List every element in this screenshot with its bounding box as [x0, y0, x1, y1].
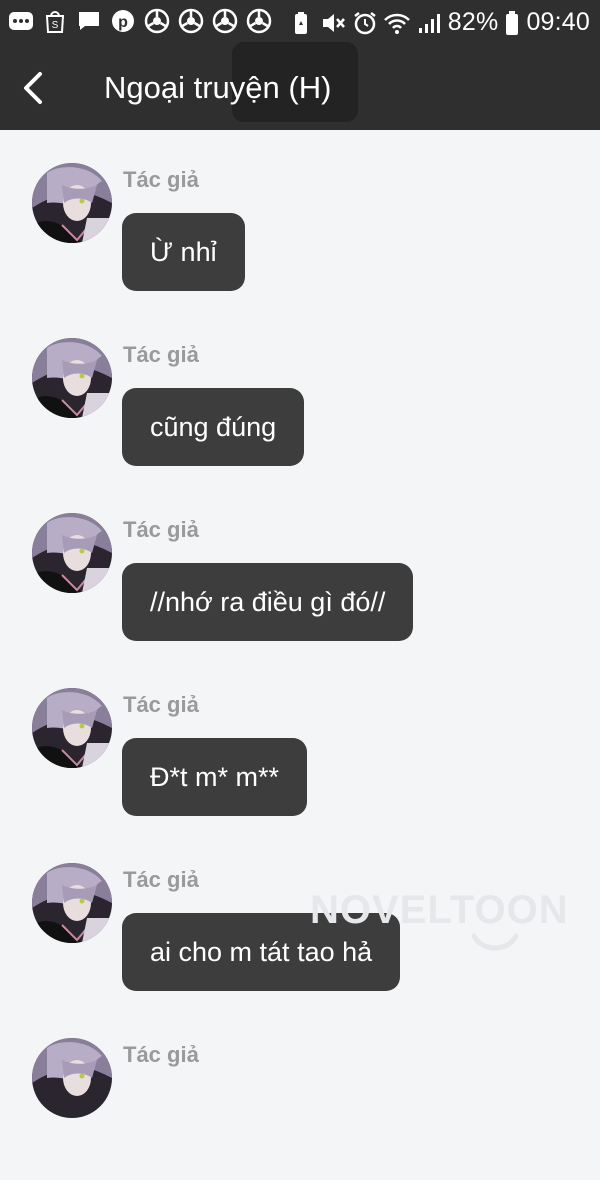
svg-text:p: p	[118, 14, 128, 31]
chat-message: Tác giả	[0, 1005, 600, 1180]
chat-message: Tác giả cũng đúng	[0, 305, 600, 480]
battery-saver-icon	[288, 10, 314, 36]
avatar[interactable]	[32, 863, 112, 943]
watermark-smile-icon	[471, 933, 519, 951]
message-author: Tác giả	[123, 342, 199, 367]
chrome-icon	[212, 8, 238, 34]
message-icon	[76, 8, 102, 34]
status-bar-notifications: S p	[8, 8, 272, 34]
message-author: Tác giả	[123, 517, 199, 542]
chrome-icon	[246, 8, 272, 34]
message-author: Tác giả	[123, 1042, 199, 1067]
message-bubble[interactable]: cũng đúng	[122, 388, 305, 466]
avatar[interactable]	[32, 1038, 112, 1118]
status-bar: S p 82% 09:40	[0, 0, 600, 46]
clock: 09:40	[526, 8, 590, 36]
chat-message: Tác giả //nhớ ra điều gì đó//	[0, 480, 600, 655]
more-dots-icon	[8, 8, 34, 34]
chat-message: Tác giả Đ*t m* m**	[0, 655, 600, 830]
message-bubble[interactable]: Ừ nhỉ	[122, 213, 245, 291]
avatar[interactable]	[32, 513, 112, 593]
alarm-icon	[352, 10, 378, 36]
message-author: Tác giả	[123, 867, 199, 892]
avatar[interactable]	[32, 163, 112, 243]
message-author: Tác giả	[123, 167, 199, 192]
status-bar-system: 82% 09:40	[288, 8, 590, 37]
chrome-icon	[178, 8, 204, 34]
avatar[interactable]	[32, 338, 112, 418]
message-author: Tác giả	[123, 692, 199, 717]
svg-text:S: S	[52, 20, 59, 31]
back-button[interactable]	[16, 66, 52, 110]
chevron-left-icon	[24, 72, 42, 104]
mute-icon	[320, 10, 346, 36]
wifi-icon	[383, 10, 410, 36]
pinterest-icon: p	[110, 8, 136, 34]
chrome-icon	[144, 8, 170, 34]
message-bubble[interactable]: Đ*t m* m**	[122, 738, 308, 816]
watermark-logo: NOVELTOON	[310, 888, 569, 932]
page-title: Ngoại truyện (H)	[104, 70, 332, 105]
signal-icon	[416, 10, 442, 36]
app-header: Ngoại truyện (H)	[0, 42, 600, 130]
message-bubble[interactable]: //nhớ ra điều gì đó//	[122, 563, 414, 641]
chat-message: Tác giả Ừ nhỉ	[0, 130, 600, 305]
battery-icon	[504, 10, 520, 36]
avatar[interactable]	[32, 688, 112, 768]
battery-percent: 82%	[447, 8, 499, 36]
shopping-bag-icon: S	[42, 8, 68, 34]
